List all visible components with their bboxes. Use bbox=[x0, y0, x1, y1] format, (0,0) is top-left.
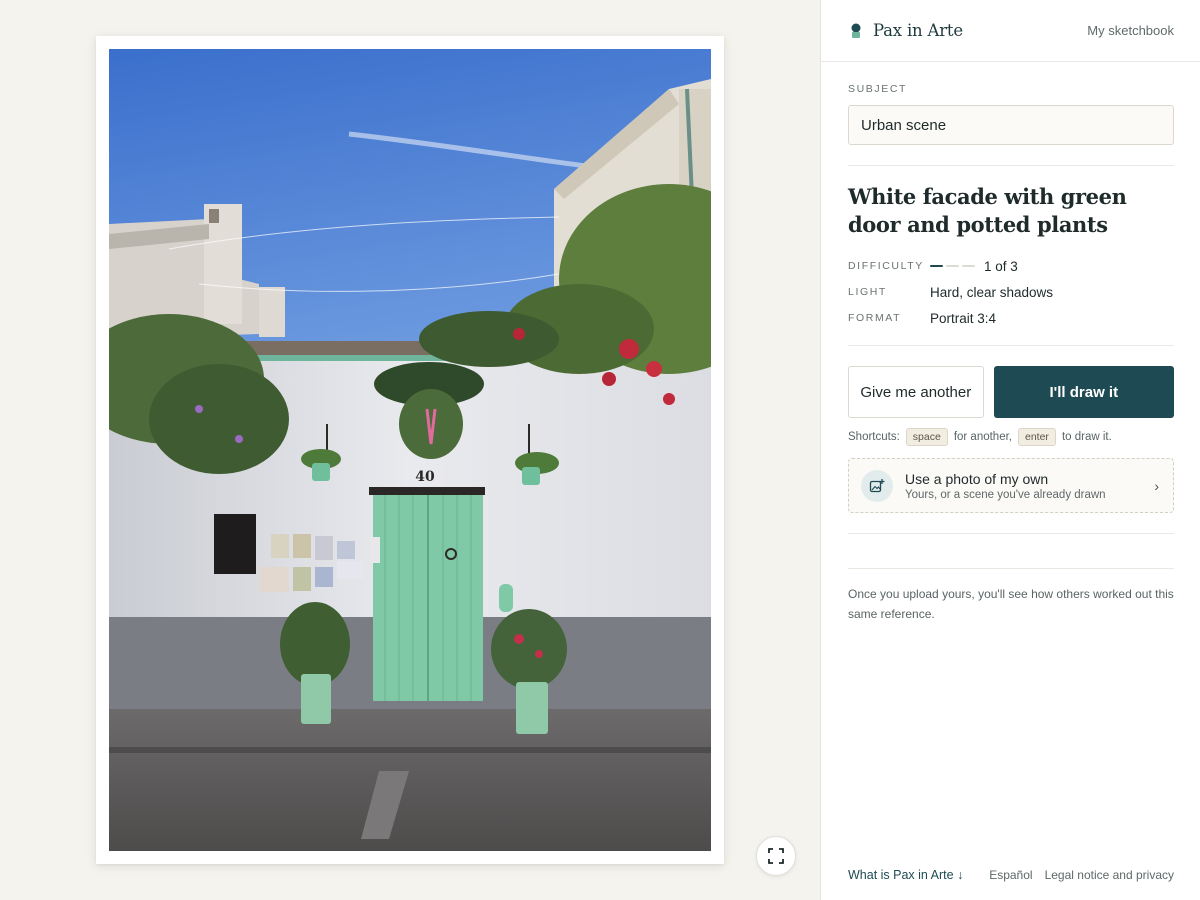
control-panel: Pax in Arte My sketchbook SUBJECT Urban … bbox=[820, 0, 1200, 900]
sketchbook-link[interactable]: My sketchbook bbox=[1087, 23, 1174, 38]
upload-subtitle: Yours, or a scene you've already drawn bbox=[905, 488, 1106, 501]
light-row: LIGHT Hard, clear shadows bbox=[848, 279, 1174, 305]
divider bbox=[848, 165, 1174, 166]
expand-button[interactable] bbox=[756, 836, 796, 876]
shortcut-text-draw: to draw it. bbox=[1061, 431, 1112, 443]
chevron-right-icon: › bbox=[1154, 477, 1159, 494]
shortcut-key-enter: enter bbox=[1018, 428, 1056, 446]
brand[interactable]: Pax in Arte bbox=[851, 21, 963, 40]
reference-stage: 40 bbox=[0, 0, 820, 900]
reference-photo: 40 bbox=[109, 49, 711, 851]
divider bbox=[848, 533, 1174, 534]
format-row: FORMAT Portrait 3:4 bbox=[848, 305, 1174, 331]
light-value: Hard, clear shadows bbox=[930, 284, 1054, 300]
difficulty-bar bbox=[946, 264, 959, 268]
upload-own-photo-card[interactable]: Use a photo of my own Yours, or a scene … bbox=[848, 458, 1174, 513]
difficulty-row: DIFFICULTY 1 of 3 bbox=[848, 253, 1174, 279]
subject-label: SUBJECT bbox=[848, 83, 908, 95]
divider bbox=[848, 568, 1174, 569]
shortcuts-hint: Shortcuts: space for another, enter to d… bbox=[848, 428, 1174, 446]
reference-title: White facade with green door and potted … bbox=[848, 184, 1127, 237]
language-link[interactable]: Español bbox=[989, 868, 1032, 882]
shortcut-key-space: space bbox=[905, 428, 948, 446]
action-buttons: Give me another I'll draw it bbox=[848, 366, 1174, 418]
format-value: Portrait 3:4 bbox=[930, 310, 997, 326]
subject-select[interactable]: Urban scene bbox=[848, 105, 1174, 145]
give-another-button[interactable]: Give me another bbox=[848, 366, 984, 418]
reference-photo-frame: 40 bbox=[96, 36, 724, 864]
draw-it-button[interactable]: I'll draw it bbox=[993, 366, 1174, 418]
difficulty-label: DIFFICULTY bbox=[848, 260, 924, 272]
footer-links: Español Legal notice and privacy bbox=[989, 868, 1174, 882]
brand-mark-icon bbox=[851, 23, 861, 38]
difficulty-indicator bbox=[930, 264, 975, 268]
difficulty-bar bbox=[962, 264, 975, 268]
panel-header: Pax in Arte My sketchbook bbox=[821, 0, 1200, 62]
shortcuts-prefix: Shortcuts: bbox=[848, 431, 900, 443]
difficulty-value: 1 of 3 bbox=[984, 258, 1018, 274]
brand-name: Pax in Arte bbox=[873, 21, 963, 40]
house-number: 40 bbox=[415, 469, 435, 485]
upload-text: Use a photo of my own Yours, or a scene … bbox=[905, 471, 1154, 501]
panel-footer: What is Pax in Arte ↓ Español Legal noti… bbox=[848, 868, 1174, 882]
upload-title: Use a photo of my own bbox=[905, 470, 1049, 487]
light-label: LIGHT bbox=[848, 286, 887, 298]
upload-note: Once you upload yours, you'll see how ot… bbox=[848, 587, 1174, 621]
expand-icon bbox=[768, 848, 784, 864]
what-is-link[interactable]: What is Pax in Arte ↓ bbox=[848, 868, 963, 882]
subject-value: Urban scene bbox=[861, 116, 947, 134]
shortcut-text-another: for another, bbox=[953, 431, 1012, 443]
legal-link[interactable]: Legal notice and privacy bbox=[1045, 868, 1174, 882]
add-photo-icon bbox=[861, 469, 893, 502]
panel-content: SUBJECT Urban scene White facade with gr… bbox=[821, 83, 1200, 624]
format-label: FORMAT bbox=[848, 312, 902, 324]
reference-meta: DIFFICULTY 1 of 3 LIGHT Hard, clear shad… bbox=[848, 253, 1174, 331]
difficulty-bar bbox=[930, 264, 943, 268]
divider bbox=[848, 345, 1174, 346]
